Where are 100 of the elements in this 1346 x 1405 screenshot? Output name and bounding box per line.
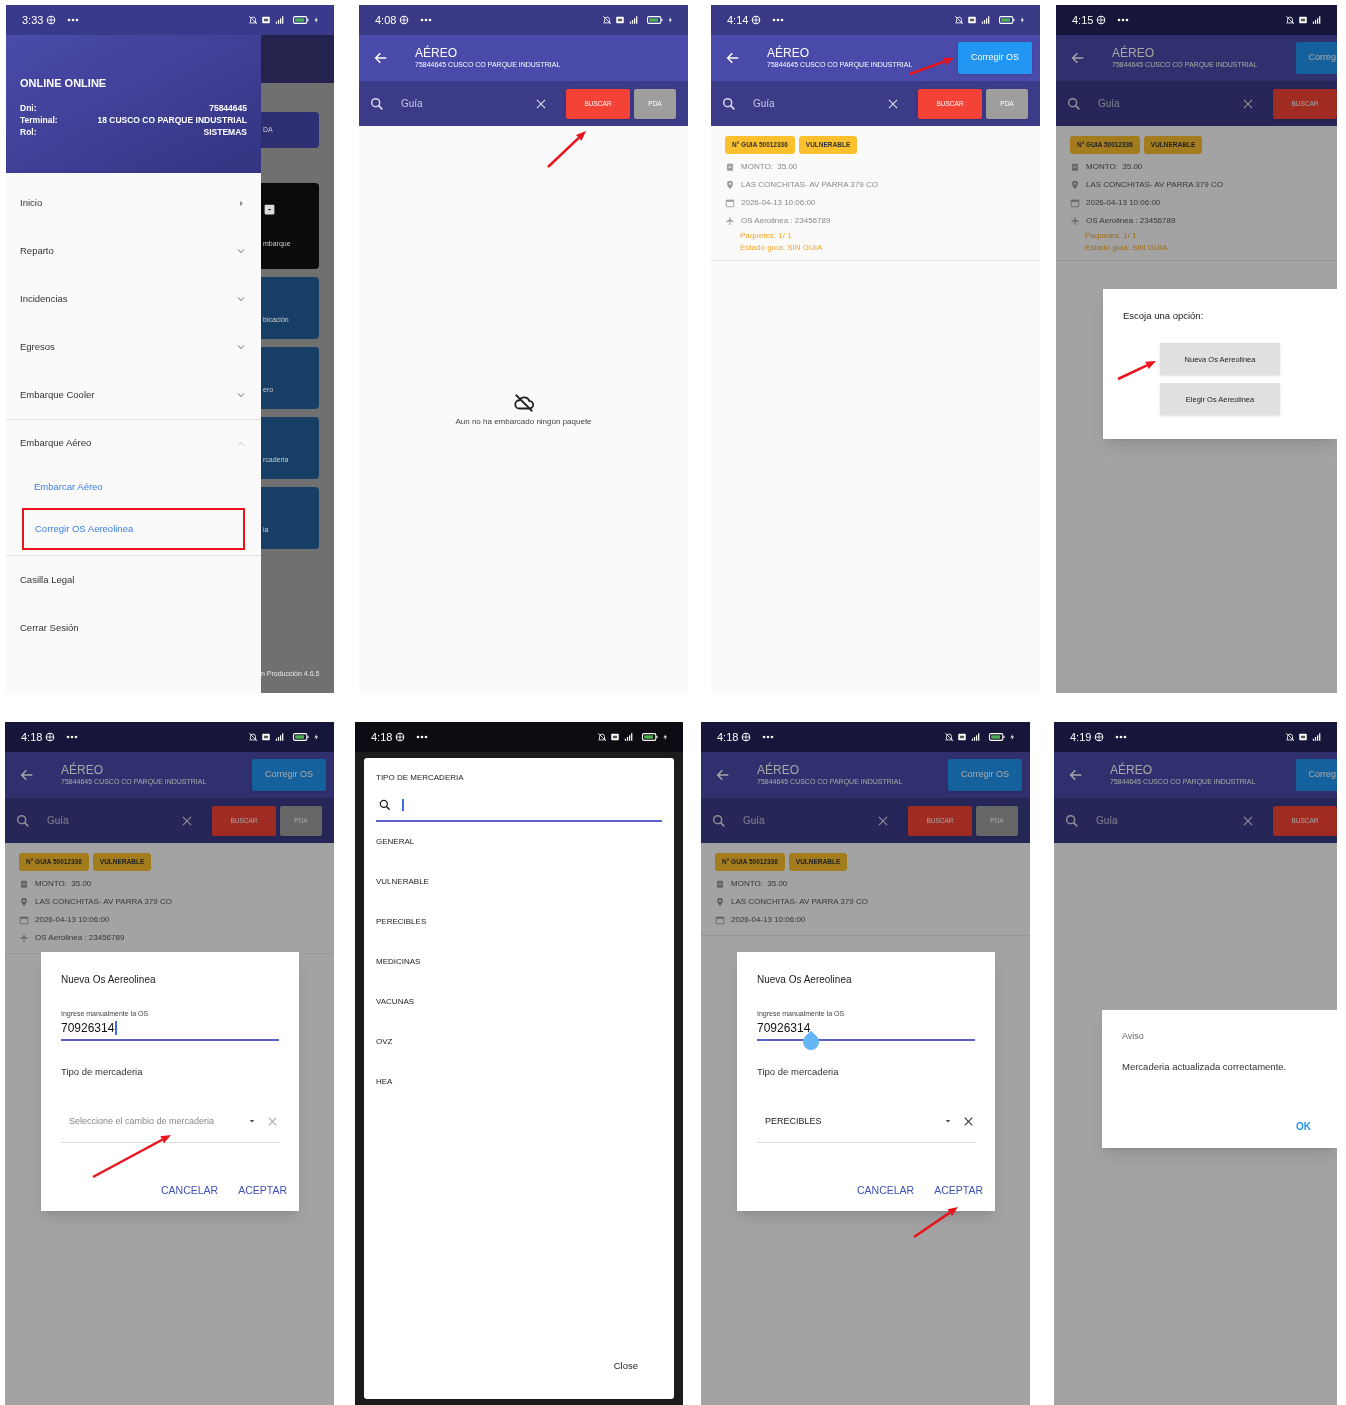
globe-icon [46,15,57,25]
search-field[interactable]: Guía [1098,96,1198,111]
text-cursor [402,799,404,811]
search-field[interactable]: Guía [47,813,147,828]
detail-text: LAS CONCHITAS- AV PARRA 379 CO [741,178,878,191]
battery-icon [988,732,1006,742]
user-name: ONLINE ONLINE [20,76,108,91]
dialog-message: Mercaderia actualizada correctamente. [1122,1059,1288,1074]
search-field[interactable]: Guía [401,96,501,111]
battery-icon [292,732,310,742]
search-field[interactable] [376,798,662,822]
menu-item[interactable]: Cerrar Sesión [6,604,261,652]
detail-text: LAS CONCHITAS- AV PARRA 379 CO [731,895,868,908]
location-pin-icon [19,896,29,907]
menu-item[interactable]: Incidencias [6,275,261,323]
location-pin-icon [725,179,735,190]
dots-icon [762,735,775,739]
clipboard-icon [19,878,29,889]
submenu-item[interactable]: Embarcar Aéreo [6,467,261,507]
detail-text: OS Aerolinea : 23456789 [35,931,125,944]
search-field[interactable]: Guía [1096,813,1196,828]
detail-text: OS Aerolinea : 23456789 [1086,214,1176,227]
search-icon [1066,95,1082,112]
detail-text: 2026-04-13 10:06:00 [741,196,816,209]
field-label: Terminal: [20,113,58,126]
notifications-off-icon [954,15,964,25]
list-option[interactable]: PERECIBLES [376,902,662,942]
dialog-button[interactable]: CANCELAR [857,1182,915,1199]
menu-item[interactable]: Egresos [6,323,261,371]
calendar-icon [725,197,735,208]
list-option[interactable]: VACUNAS [376,982,662,1022]
signal-icon [623,732,635,742]
status-text: Paquetes: 1/ 1 [740,229,793,242]
battery-icon [641,732,659,742]
search-icon [711,812,727,829]
search-field[interactable]: Guía [743,813,843,828]
notifications-off-icon [1285,732,1295,742]
list-option[interactable]: MEDICINAS [376,942,662,982]
calendar-icon [1070,197,1080,208]
dots-icon [66,735,79,739]
search-field[interactable]: Guía [753,96,853,111]
menu-item[interactable]: Casilla Legal [6,556,261,604]
menu-item[interactable]: Embarque Cooler [6,371,261,419]
search-icon [369,95,385,112]
clipboard-icon [725,161,735,172]
menu-item[interactable]: Reparto [6,227,261,275]
list-option[interactable]: VULNERABLE [376,862,662,902]
status-text: Estado guía: SIN GUIA [740,241,824,254]
notifications-off-icon [944,732,954,742]
screen-title: AÉREO [1110,763,1153,779]
close-button[interactable]: Close [613,1358,638,1373]
section-label: Tipo de mercaderia [757,1064,840,1079]
screen-title: AÉREO [415,46,458,62]
status-time: 4:08 [375,12,397,28]
dots-icon [1117,18,1130,22]
back-arrow-icon[interactable] [19,767,35,783]
back-arrow-icon[interactable] [373,50,389,66]
location-pin-icon [715,896,725,907]
screen-title: AÉREO [1112,46,1155,62]
globe-icon [395,732,406,742]
dropdown-field[interactable]: PERECIBLES [757,1106,975,1143]
detail-text: 2026-04-13 10:06:00 [1086,196,1161,209]
sim-card-icon [261,732,271,742]
sim-card-icon [615,15,625,25]
dots-icon [420,18,433,22]
search-icon [721,95,737,112]
field-value: 75844645 [209,101,247,114]
list-option[interactable]: GENERAL [376,822,662,862]
dialog-button[interactable]: ACEPTAR [934,1182,983,1199]
list-option[interactable]: HEA [376,1062,662,1102]
battery-icon [646,15,664,25]
notifications-off-icon [1285,15,1295,25]
list-option[interactable]: OVZ [376,1022,662,1062]
search-icon [15,812,31,829]
back-arrow-icon[interactable] [715,767,731,783]
globe-icon [741,732,752,742]
dialog-button[interactable]: ACEPTAR [238,1182,287,1199]
back-arrow-icon[interactable] [1068,767,1084,783]
detail-text: OS Aerolinea : 23456789 [741,214,831,227]
menu-item[interactable]: Inicio [6,179,261,227]
signal-icon [274,15,286,25]
dialog-title: Aviso [1122,1030,1145,1043]
detail-text: MONTO: 35.00 [731,877,788,890]
detail-text: MONTO: 35.00 [35,877,92,890]
back-arrow-icon[interactable] [1070,50,1086,66]
field-value: SISTEMAS [203,125,247,138]
dialog-button[interactable]: CANCELAR [161,1182,219,1199]
dialog-title: Nueva Os Aereolinea [61,973,157,987]
status-time: 4:18 [371,729,393,745]
signal-icon [1311,732,1323,742]
notifications-off-icon [248,732,258,742]
dots-icon [416,735,429,739]
field-label: Dni: [20,101,37,114]
dots-icon [772,18,785,22]
back-arrow-icon[interactable] [725,50,741,66]
detail-text: MONTO: 35.00 [741,160,798,173]
dialog-title: Escoja una opción: [1122,309,1205,323]
sim-card-icon [957,732,967,742]
notifications-off-icon [597,732,607,742]
submenu-item[interactable]: Corregir OS Aereolinea [24,521,134,537]
